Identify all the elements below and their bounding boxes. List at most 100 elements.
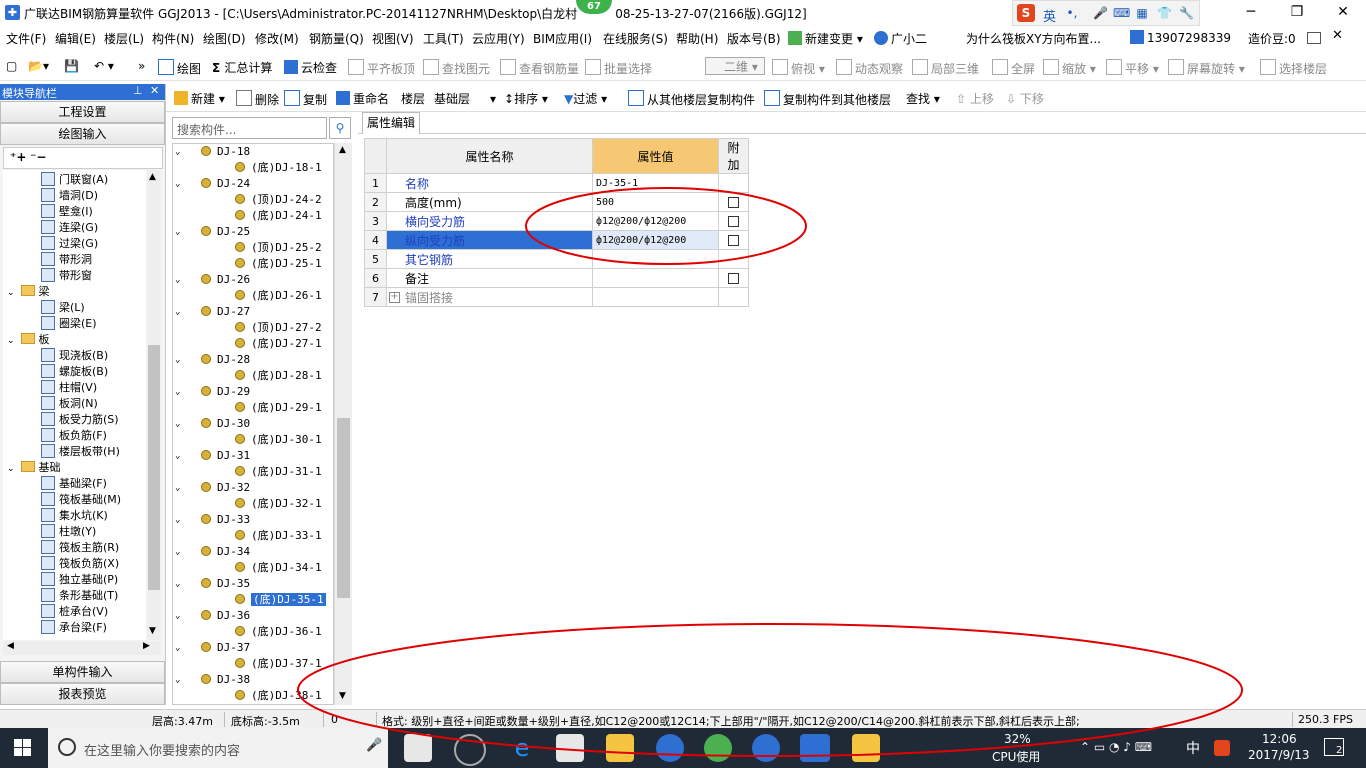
view-mode-select[interactable]: 二维 ▾ [705,57,765,75]
assistant-button[interactable]: 广小二 [874,30,927,47]
screen-rotate-button[interactable]: 屏幕旋转 ▾ [1168,59,1245,77]
collapse-icon[interactable]: ⌄ [175,416,180,432]
property-row[interactable]: 1 名称 DJ-35-1 [364,173,749,193]
nav-item[interactable]: 带形窗 [41,268,92,284]
tree-group[interactable]: ⌄ DJ-29 [175,384,250,400]
menu-modify[interactable]: 修改(M) [255,30,299,47]
tree-group[interactable]: ⌄ DJ-33 [175,512,250,528]
tree-group[interactable]: ⌄ DJ-34 [175,544,250,560]
tree-item[interactable]: (底)DJ-29-1 [235,400,322,416]
app-icon-5[interactable] [752,734,780,762]
glodon-app-icon[interactable] [800,734,830,762]
delete-button[interactable]: 删除 [236,90,279,108]
tree-group[interactable]: ⌄ DJ-37 [175,640,250,656]
additional-cell[interactable] [718,230,749,250]
nav-item[interactable]: 集水坑(K) [41,508,108,524]
nav-item[interactable]: 螺旋板(B) [41,364,108,380]
nav-item[interactable]: 楼层板带(H) [41,444,120,460]
pin-icon[interactable]: ⊥ [133,84,143,97]
undo-icon[interactable]: ↶ ▾ [94,59,114,73]
property-row[interactable]: 6 备注 [364,268,749,288]
nav-item[interactable]: 柱墩(Y) [41,524,96,540]
tree-group[interactable]: ⌄ DJ-27 [175,304,250,320]
collapse-icon[interactable]: ⌄ [7,288,15,298]
save-icon[interactable]: 💾 [64,59,79,73]
nav-folder[interactable]: ⌄ 基础 [7,460,61,477]
tree-scroll-thumb[interactable] [337,418,350,598]
sogou-icon[interactable]: S [1017,4,1035,22]
grid-icon[interactable]: ▦ [1135,6,1149,20]
additional-cell[interactable] [718,249,749,269]
menu-bim[interactable]: BIM应用(I) [533,30,592,47]
collapse-icon[interactable]: ⌄ [7,464,15,474]
local-3d-button[interactable]: 局部三维 [912,59,979,77]
shirt-icon[interactable]: 👕 [1157,6,1172,20]
tree-item[interactable]: (底)DJ-36-1 [235,624,322,640]
view-rebar-button[interactable]: 查看钢筋量 [500,59,579,77]
nav-item[interactable]: 壁龛(I) [41,204,93,220]
menu-online[interactable]: 在线服务(S) [603,30,668,47]
close-icon[interactable]: ✕ [150,84,159,97]
tree-group[interactable]: ⌄ DJ-36 [175,608,250,624]
collapse-all-icon[interactable]: ⁻− [30,150,46,164]
new-component-button[interactable]: 新建 ▾ [174,90,225,107]
additional-cell[interactable] [718,287,749,307]
tree-scrollbar[interactable]: ▲ ▼ [334,143,352,705]
nav-item[interactable]: 墙洞(D) [41,188,98,204]
property-value[interactable] [592,287,719,307]
collapse-icon[interactable]: ⌄ [175,352,180,368]
question-link[interactable]: 为什么筏板XY方向布置... [966,30,1101,47]
nav-item[interactable]: 板受力筋(S) [41,412,119,428]
scroll-down-icon[interactable]: ▼ [339,691,346,701]
tree-group[interactable]: ⌄ DJ-35 [175,576,250,592]
sort-button[interactable]: ↕排序 ▾ [504,90,548,107]
nav-item[interactable]: 独立基础(P) [41,572,118,588]
tab-property-edit[interactable]: 属性编辑 [362,112,420,134]
collapse-icon[interactable]: ⌄ [175,384,180,400]
tree-item[interactable]: (底)DJ-25-1 [235,256,322,272]
report-preview-button[interactable]: 报表预览 [0,683,165,705]
nav-item[interactable]: 现浇板(B) [41,348,108,364]
collapse-icon[interactable]: ⌄ [7,336,15,346]
sum-button[interactable]: Σ 汇总计算 [212,59,272,76]
collapse-icon[interactable]: ⌄ [175,480,180,496]
move-up-button[interactable]: ⇧ 上移 [956,90,994,107]
property-value[interactable] [592,268,719,288]
scroll-down-icon[interactable]: ▼ [149,626,156,636]
collapse-icon[interactable]: ⌄ [175,224,180,240]
tree-item[interactable]: (底)DJ-31-1 [235,464,322,480]
collapse-icon[interactable]: ⌄ [175,576,180,592]
nav-item[interactable]: 板洞(N) [41,396,98,412]
ime-indicator[interactable]: 中 [1186,738,1200,758]
new-change-button[interactable]: 新建变更 ▾ [788,30,863,47]
collapse-icon[interactable]: ⌄ [175,144,180,160]
menu-file[interactable]: 文件(F) [6,30,46,47]
property-row[interactable]: 4 纵向受力筋 ф12@200/ф12@200 [364,230,749,250]
tree-group[interactable]: ⌄ DJ-25 [175,224,250,240]
project-settings-button[interactable]: 工程设置 [0,101,165,123]
scroll-left-icon[interactable]: ◀ [7,641,14,651]
menu-component[interactable]: 构件(N) [152,30,194,47]
property-value[interactable]: ф12@200/ф12@200 [592,211,719,231]
clock-time[interactable]: 12:06 [1262,732,1297,746]
user-account[interactable]: 13907298339 [1130,30,1231,45]
close-button[interactable]: ✕ [1320,0,1366,26]
additional-checkbox[interactable] [728,216,739,227]
app-icon-4[interactable] [704,734,732,762]
maximize-button[interactable]: ❐ [1274,0,1320,26]
property-row[interactable]: 3 横向受力筋 ф12@200/ф12@200 [364,211,749,231]
menu-view[interactable]: 视图(V) [372,30,414,47]
top-view-button[interactable]: 俯视 ▾ [772,59,825,77]
tree-item[interactable]: (顶)DJ-27-2 [235,320,322,336]
collapse-icon[interactable]: ⌄ [175,672,180,688]
scroll-up-icon[interactable]: ▲ [149,172,156,182]
menu-cloud[interactable]: 云应用(Y) [472,30,525,47]
tree-group[interactable]: ⌄ DJ-32 [175,480,250,496]
align-top-button[interactable]: 平齐板顶 [348,59,415,77]
notes-app-icon[interactable] [852,734,880,762]
menu-help[interactable]: 帮助(H) [676,30,718,47]
fullscreen-button[interactable]: 全屏 [992,59,1035,77]
nav-item[interactable]: 筏板负筋(X) [41,556,119,572]
tree-item[interactable]: (顶)DJ-25-2 [235,240,322,256]
menu-draw[interactable]: 绘图(D) [203,30,246,47]
